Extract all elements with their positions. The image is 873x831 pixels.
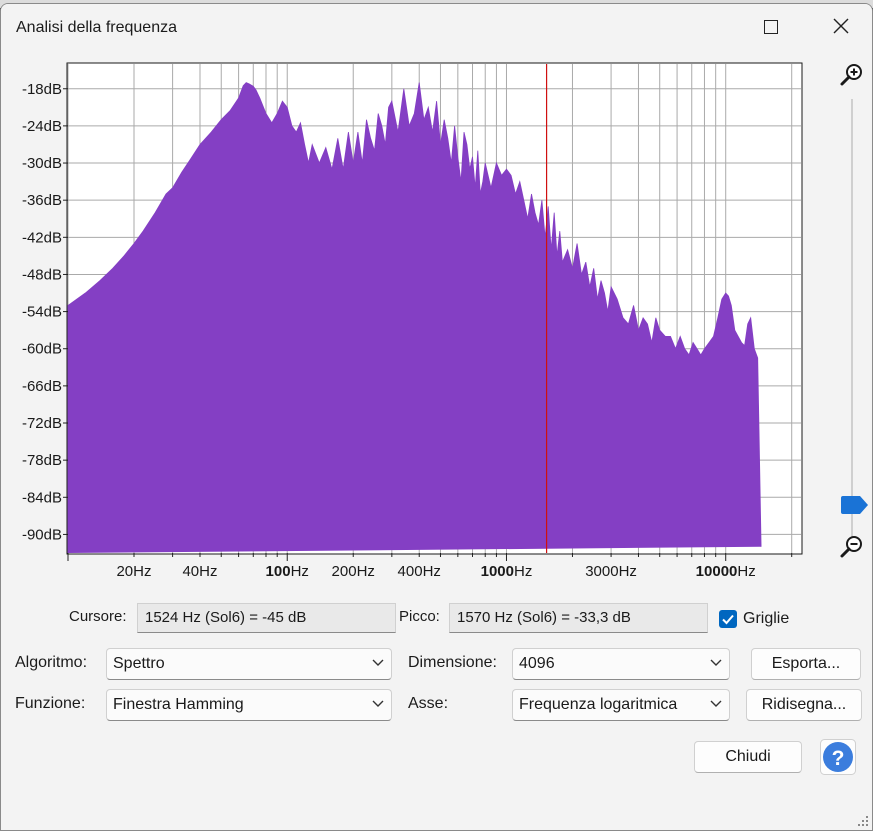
x-tick-label: 200Hz: [332, 563, 375, 580]
x-tick-label: 1000Hz: [481, 563, 533, 580]
help-glyph: ?: [832, 747, 845, 770]
maximize-button[interactable]: [741, 8, 801, 52]
slider-thumb-icon: [841, 496, 868, 514]
y-tick-label: -72dB: [22, 415, 62, 432]
algorithm-value: Spettro: [113, 655, 165, 672]
function-label: Funzione:: [15, 695, 86, 712]
y-tick-label: -42dB: [22, 229, 62, 246]
y-tick-label: -36dB: [22, 192, 62, 209]
spectrum-chart[interactable]: -18dB -24dB -30dB -36dB -42dB -48dB -54dB -60dB…: [1, 52, 821, 597]
zoom-in-button[interactable]: [839, 62, 865, 88]
y-tick-label: -48dB: [22, 266, 62, 283]
peak-label: Picco:: [399, 608, 440, 625]
chevron-down-icon: [372, 659, 384, 666]
resize-grip-icon[interactable]: [854, 812, 870, 828]
y-tick-label: -24dB: [22, 118, 62, 135]
frequency-analysis-dialog: Analisi della frequenza -18dB -24dB -30dB -…: [0, 3, 873, 831]
zoom-out-icon: [840, 536, 862, 558]
slider-track: [851, 99, 853, 539]
function-select[interactable]: Finestra Hamming: [106, 689, 392, 721]
y-tick-label: -66dB: [22, 378, 62, 395]
size-label: Dimensione:: [408, 654, 497, 671]
grids-checkbox[interactable]: [719, 610, 737, 628]
close-window-button[interactable]: [811, 8, 871, 52]
vertical-zoom-slider[interactable]: [848, 99, 856, 539]
size-value: 4096: [519, 655, 555, 672]
axis-value: Frequenza logaritmica: [519, 696, 678, 713]
close-icon: [833, 18, 849, 34]
x-tick-label: 100Hz: [266, 563, 309, 580]
x-tick-label: 40Hz: [182, 563, 217, 580]
grids-label[interactable]: Griglie: [743, 610, 789, 628]
cursor-readout: 1524 Hz (Sol6) = -45 dB: [137, 603, 396, 633]
zoom-out-button[interactable]: [839, 534, 865, 560]
cursor-label: Cursore:: [69, 608, 127, 625]
x-tick-label: 400Hz: [398, 563, 441, 580]
x-tick-label: 20Hz: [116, 563, 151, 580]
maximize-icon: [764, 20, 778, 34]
algorithm-label: Algoritmo:: [15, 654, 88, 671]
y-tick-label: -84dB: [22, 489, 62, 506]
y-tick-label: -54dB: [22, 304, 62, 321]
chevron-down-icon: [710, 700, 722, 707]
replot-button[interactable]: Ridisegna...: [746, 689, 862, 721]
function-value: Finestra Hamming: [113, 696, 244, 713]
export-button[interactable]: Esporta...: [751, 648, 861, 680]
chevron-down-icon: [710, 659, 722, 666]
checkmark-icon: [722, 614, 734, 625]
axis-label: Asse:: [408, 695, 449, 712]
algorithm-select[interactable]: Spettro: [106, 648, 392, 680]
window-title: Analisi della frequenza: [16, 19, 177, 36]
y-tick-label: -30dB: [22, 155, 62, 172]
x-tick-label: 10000Hz: [696, 563, 756, 580]
help-icon: ?: [820, 739, 856, 775]
title-bar: Analisi della frequenza: [1, 4, 872, 52]
x-tick-label: 3000Hz: [585, 563, 637, 580]
slider-thumb[interactable]: [840, 495, 870, 515]
y-axis: -18dB -24dB -30dB -36dB -42dB -48dB -54dB -60dB…: [22, 81, 68, 543]
y-tick-label: -18dB: [22, 81, 62, 98]
close-button[interactable]: Chiudi: [694, 741, 802, 773]
size-select[interactable]: 4096: [512, 648, 730, 680]
zoom-in-icon: [840, 64, 862, 86]
y-tick-label: -78dB: [22, 452, 62, 469]
y-tick-label: -90dB: [22, 526, 62, 543]
axis-select[interactable]: Frequenza logaritmica: [512, 689, 730, 721]
chevron-down-icon: [372, 700, 384, 707]
peak-readout: 1570 Hz (Sol6) = -33,3 dB: [449, 603, 708, 633]
minimize-button: [677, 8, 737, 52]
y-tick-label: -60dB: [22, 341, 62, 358]
help-button[interactable]: ?: [820, 739, 856, 775]
